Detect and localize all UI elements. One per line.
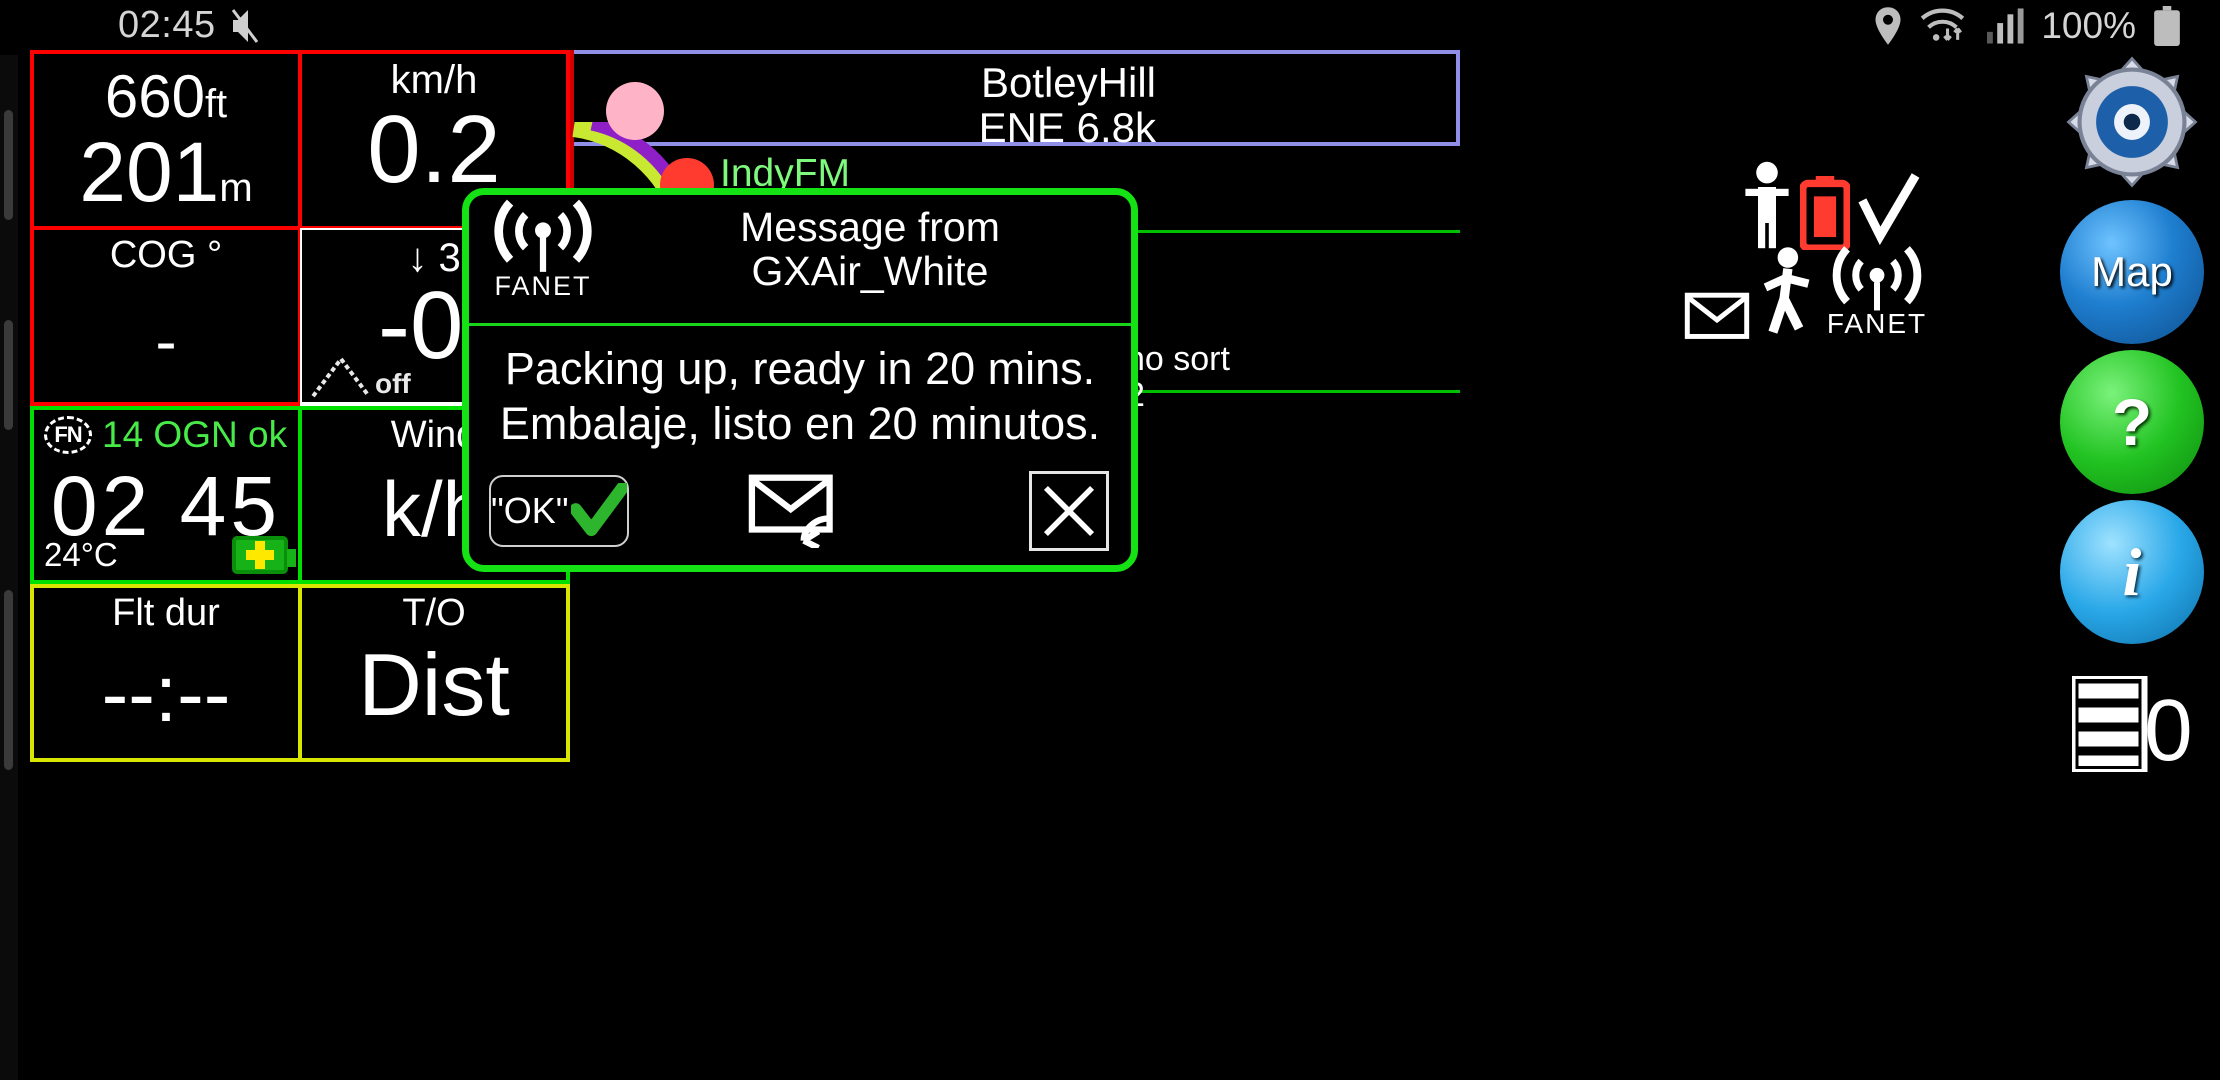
ok-button[interactable]: "OK" [489, 475, 629, 547]
svg-text:0: 0 [2144, 682, 2192, 772]
selected-pilot-name: BotleyHill [980, 59, 1156, 106]
vario-mode-row: off [310, 352, 411, 400]
page-indicator-button[interactable]: 0 [2069, 673, 2202, 779]
dialog-message-line1: Packing up, ready in 20 mins. [504, 343, 1096, 394]
pages-icon: 0 [2069, 673, 2193, 779]
gauge-flight-duration[interactable]: Flt dur --:-- [30, 584, 300, 762]
help-button[interactable]: ? [2060, 350, 2204, 494]
battery-icon [2154, 6, 2180, 46]
altitude-meters-row: 201m [34, 124, 298, 221]
battery-percent-label: 100% [2041, 5, 2136, 46]
altitude-feet-unit: ft [204, 82, 228, 126]
fanet-status-icon: FANET [1822, 240, 1932, 340]
edge-tick [4, 110, 13, 220]
status-bar: 02:45 100% [0, 0, 2220, 55]
device-battery-icon [232, 536, 296, 574]
gauge-ogn[interactable]: FN 14 OGN ok 02 45 24°C [30, 406, 300, 584]
map-button-label: Map [2091, 248, 2173, 295]
ok-button-label: "OK" [491, 490, 569, 531]
close-button[interactable] [1029, 471, 1109, 551]
checkmark-icon [1858, 173, 1920, 246]
status-bar-right: 100% [1873, 5, 2182, 47]
selected-pilot-info: ENE 6.8k [978, 104, 1156, 151]
fanet-message-dialog[interactable]: FANET Message from GXAir_White Packing u… [462, 188, 1138, 572]
flight-duration-label: Flt dur [112, 592, 220, 634]
altitude-meters-unit: m [219, 166, 253, 210]
dialog-body: Packing up, ready in 20 mins. Embalaje, … [469, 326, 1131, 452]
person-icon [1745, 161, 1789, 249]
dialog-message-line2: Embalaje, listo en 20 minutos. [499, 397, 1101, 449]
altitude-meters-value: 201 [79, 125, 220, 219]
walking-person-icon [1763, 247, 1810, 334]
reply-button[interactable] [744, 473, 856, 549]
gauge-takeoff[interactable]: T/O Dist [300, 584, 570, 762]
map-status-icons-bottom: FANET [1684, 240, 1932, 340]
help-button-label: ? [2111, 385, 2153, 459]
glider-icon [311, 355, 371, 398]
takeoff-value: Dist [358, 635, 510, 734]
cog-value: - [155, 305, 177, 377]
ogn-footer: 24°C [44, 536, 296, 574]
flight-duration-value: --:-- [101, 649, 231, 738]
speed-value: 0.2 [367, 96, 501, 203]
right-toolbar: Map ? i 0 [2030, 50, 2220, 1080]
status-bar-left: 02:45 [118, 4, 260, 47]
envelope-icon [1684, 292, 1750, 339]
dialog-title: Message from GXAir_White [609, 205, 1131, 294]
map-status-icons-top [1740, 160, 1922, 250]
ogn-header: FN 14 OGN ok [34, 414, 298, 456]
fanet-status-label: FANET [1826, 308, 1928, 339]
map-sort-label: no sort [1126, 340, 1230, 378]
takeoff-label: T/O [402, 592, 466, 634]
edge-tick [4, 320, 13, 430]
vario-mode-label: off [375, 368, 411, 399]
gauge-altitude[interactable]: 660ft 201m [30, 50, 300, 228]
edge-tick [4, 590, 13, 770]
signal-bars-icon [1987, 8, 2024, 44]
status-clock: 02:45 [118, 4, 216, 46]
gauge-cog[interactable]: COG ° - [30, 228, 300, 406]
altitude-feet-value: 660 [104, 63, 205, 130]
radio-waves-icon [494, 199, 592, 272]
info-button-label: i [2122, 533, 2142, 610]
radio-waves-icon [1832, 246, 1922, 311]
wifi-icon [1921, 8, 1965, 41]
settings-button[interactable] [2060, 50, 2204, 194]
pilot-marker[interactable] [606, 82, 664, 140]
close-icon [1043, 485, 1095, 537]
dialog-title-line2: GXAir_White [751, 248, 989, 295]
app-root: 02:45 100% 660ft 201m km/h 0.2 COG ° - ↓… [0, 0, 2220, 1080]
reply-envelope-icon [748, 474, 833, 548]
low-battery-icon [1800, 176, 1850, 250]
map-button[interactable]: Map [2060, 200, 2204, 344]
location-pin-icon [1875, 7, 1901, 45]
dialog-fanet-logo: FANET [481, 199, 605, 317]
fanet-badge-icon: FN [44, 416, 92, 454]
info-button[interactable]: i [2060, 500, 2204, 644]
dialog-header: FANET Message from GXAir_White [469, 195, 1131, 323]
gear-icon [2066, 56, 2198, 188]
check-icon [570, 483, 627, 537]
dialog-fanet-label: FANET [494, 271, 592, 301]
altitude-feet-row: 660ft [34, 62, 298, 131]
mute-icon [231, 8, 258, 43]
ogn-status-label: 14 OGN ok [102, 414, 288, 455]
cog-label: COG ° [109, 234, 223, 276]
dialog-actions: "OK" [469, 465, 1131, 557]
temperature-label: 24°C [44, 536, 118, 573]
dialog-title-line1: Message from [740, 204, 1000, 250]
screen-edge-strip [0, 0, 18, 1080]
